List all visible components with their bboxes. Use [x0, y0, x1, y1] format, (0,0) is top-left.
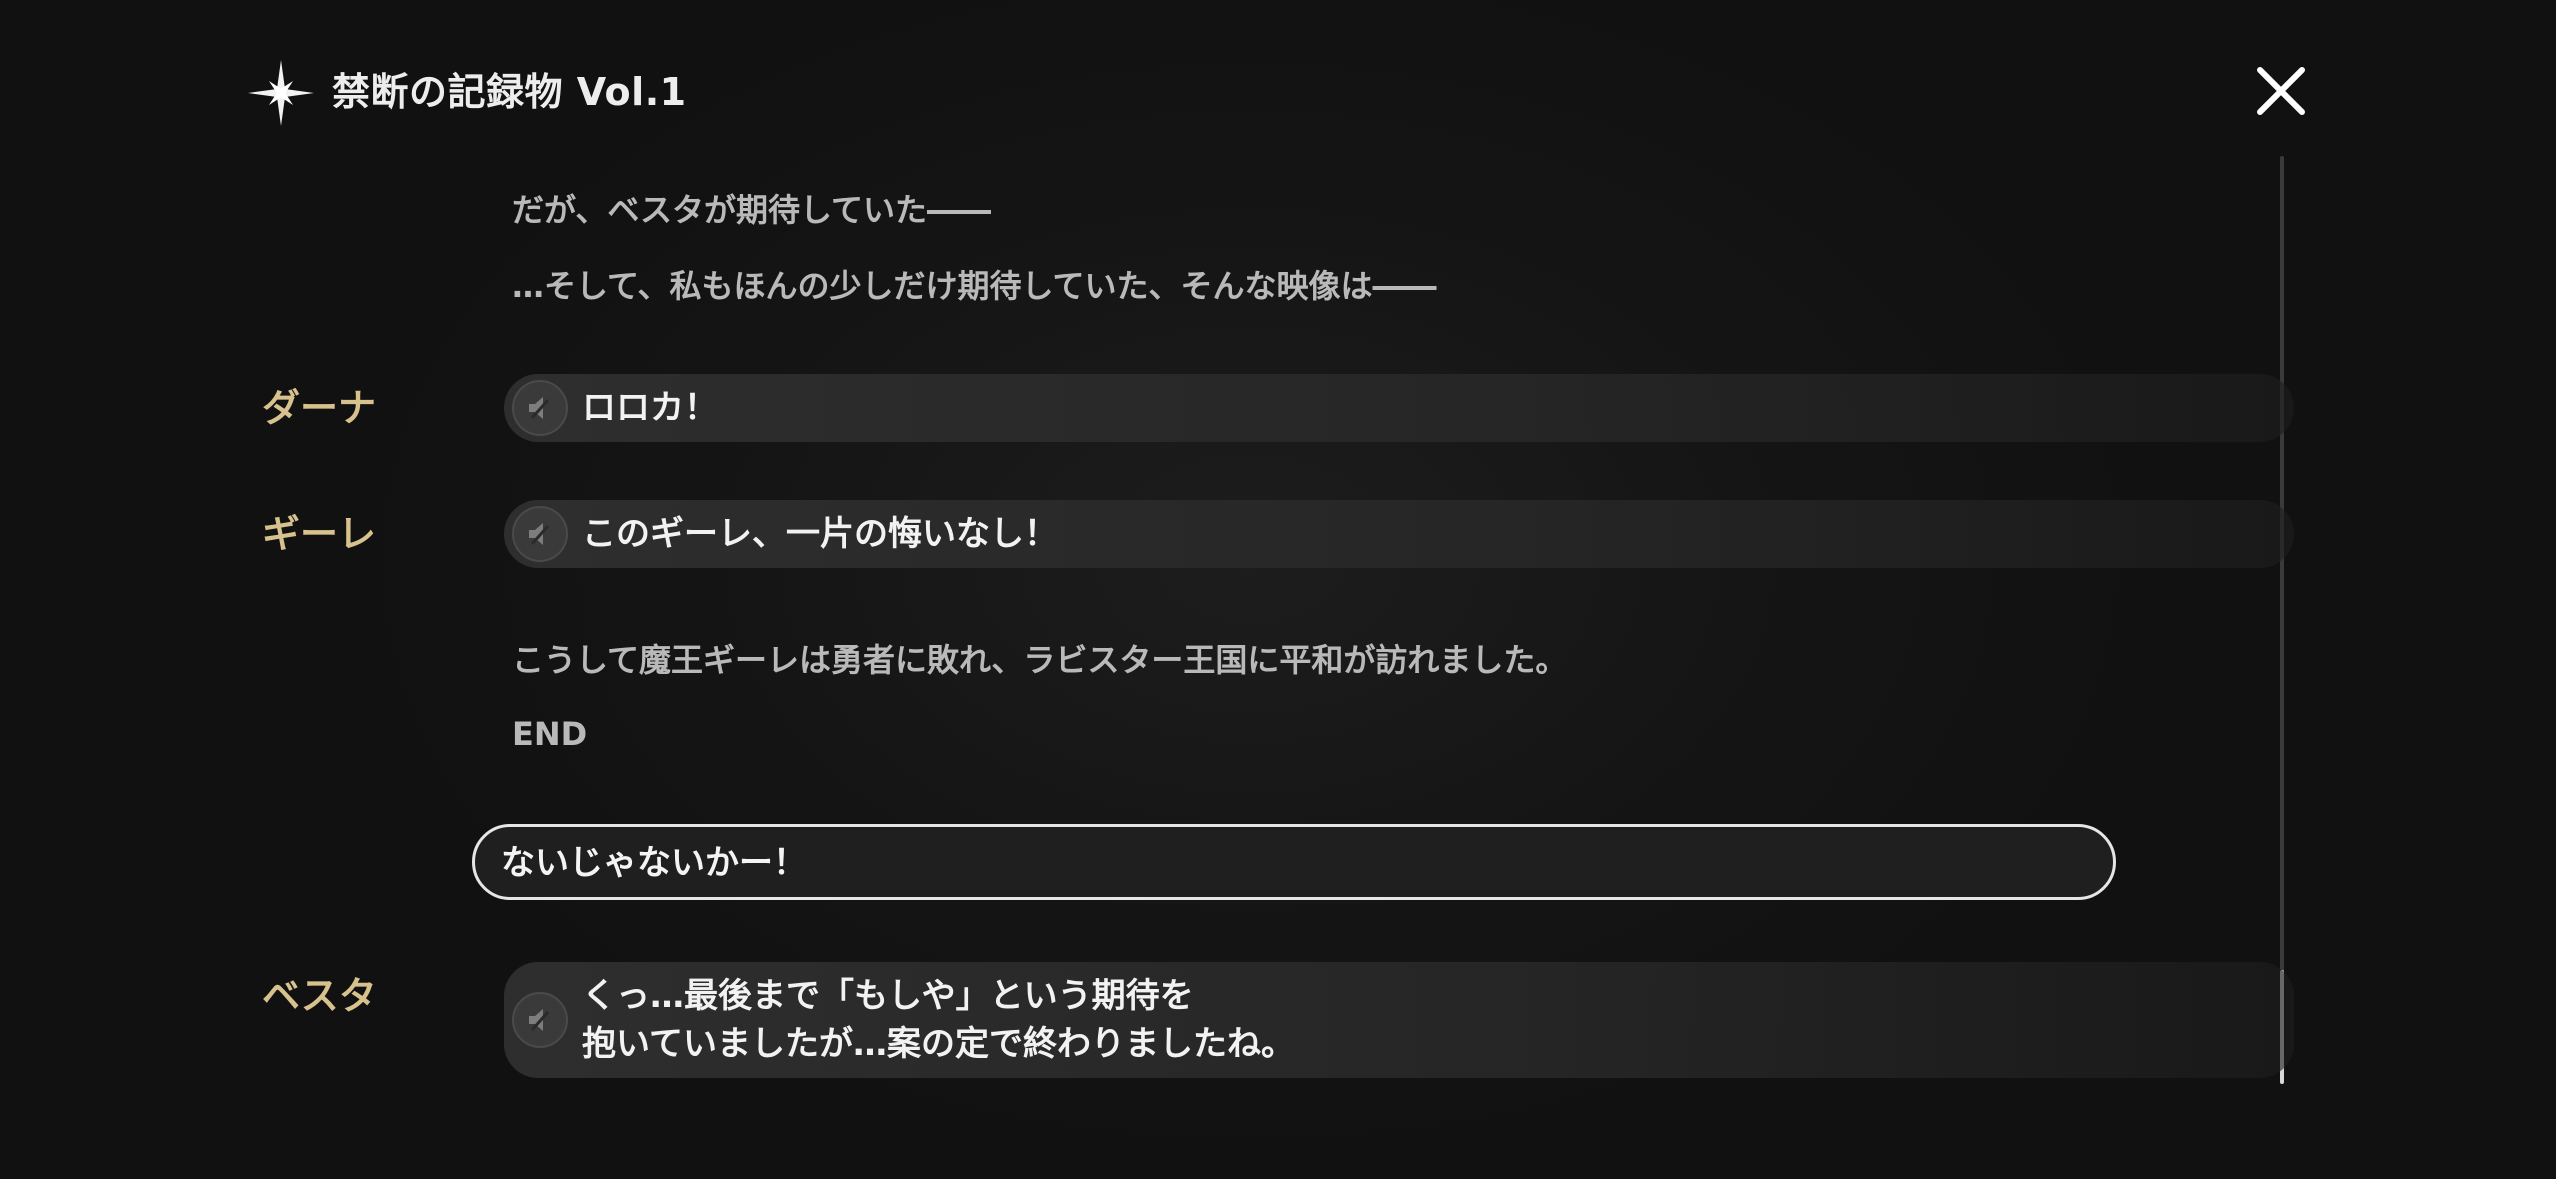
speaker-muted-icon: [529, 1009, 550, 1031]
speaker-name: ギーレ: [262, 512, 377, 556]
speaker-name: ダーナ: [262, 386, 377, 430]
story-log-screen: 禁断の記録物 Vol.1 だが、ベスタが期待していた―― …そして、私もほんの少…: [0, 0, 2556, 1179]
narration-end: END: [512, 715, 588, 753]
page-title: 禁断の記録物 Vol.1: [332, 70, 687, 114]
selected-choice[interactable]: ないじゃないかー！: [472, 824, 2116, 900]
dialogue-bubble: このギーレ、一片の悔いなし！: [504, 500, 2294, 568]
speaker-muted-icon: [529, 397, 550, 419]
sparkle-icon: [248, 60, 314, 126]
speaker-name: ベスタ: [262, 974, 377, 1018]
voice-play-button[interactable]: [512, 506, 568, 562]
dialogue-text-line: くっ…最後まで「もしや」という期待を: [582, 976, 1194, 1016]
dialogue-bubble: ロロカ！: [504, 374, 2294, 442]
narration-line: こうして魔王ギーレは勇者に敗れ、ラビスター王国に平和が訪れました。: [512, 641, 1568, 679]
log-scrollbar[interactable]: [2280, 156, 2284, 1084]
dialogue-text: このギーレ、一片の悔いなし！: [582, 514, 1058, 554]
voice-play-button[interactable]: [512, 380, 568, 436]
dialogue-bubble: くっ…最後まで「もしや」という期待を 抱いていましたが…案の定で終わりましたね。: [504, 962, 2294, 1078]
close-icon[interactable]: [2252, 62, 2310, 120]
dialogue-text: ロロカ！: [582, 388, 718, 428]
narration-line: …そして、私もほんの少しだけ期待していた、そんな映像は――: [512, 267, 1437, 305]
choice-text: ないじゃないかー！: [501, 843, 807, 883]
dialogue-text-line: 抱いていましたが…案の定で終わりましたね。: [582, 1024, 1295, 1064]
speaker-muted-icon: [529, 523, 550, 545]
voice-play-button[interactable]: [512, 992, 568, 1048]
narration-line: だが、ベスタが期待していた――: [512, 191, 992, 229]
